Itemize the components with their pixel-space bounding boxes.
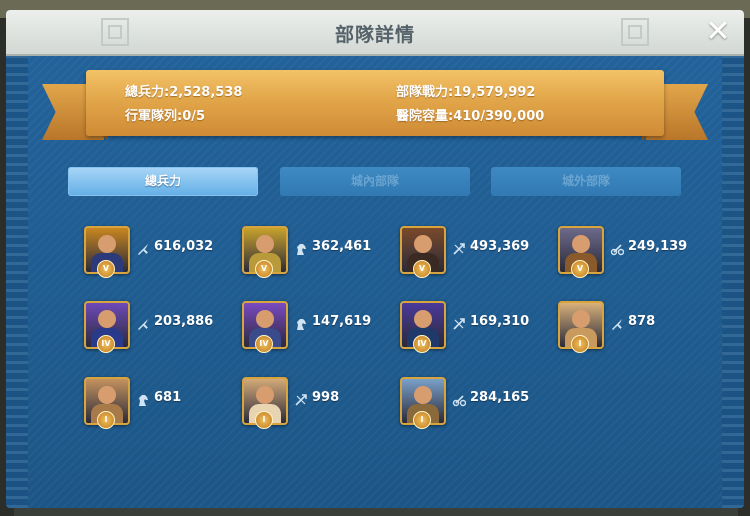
- hospital-capacity-label: 醫院容量:: [396, 109, 454, 124]
- header-ornament-right: [621, 18, 649, 46]
- troop-count: 169,310: [470, 314, 530, 329]
- close-button[interactable]: ✕: [702, 16, 734, 48]
- panel-header: 部隊詳情 ✕: [6, 10, 744, 56]
- siege-icon: [452, 392, 467, 407]
- troop-power-label: 部隊戰力:: [396, 85, 454, 100]
- troop-tier-badge: I: [255, 411, 273, 429]
- march-queue-stat: 行軍隊列:0/5: [125, 105, 205, 124]
- troop-count: 681: [154, 390, 182, 405]
- troop-count: 616,032: [154, 239, 214, 254]
- troop-tier-badge: V: [255, 260, 273, 278]
- troop-tier-badge: IV: [97, 335, 115, 353]
- close-icon: ✕: [705, 14, 731, 49]
- infantry-icon: [136, 241, 150, 255]
- troop-card[interactable]: I 284,165: [400, 377, 550, 431]
- archer-icon: [452, 241, 466, 255]
- troop-portrait-face: [98, 310, 116, 328]
- troop-count: 493,369: [470, 239, 530, 254]
- troop-card[interactable]: I 681: [84, 377, 234, 431]
- troop-count: 362,461: [312, 239, 372, 254]
- hospital-capacity-value: 410/390,000: [453, 109, 545, 124]
- troop-tier-badge: V: [571, 260, 589, 278]
- tab-troops-in-city[interactable]: 城內部隊: [280, 167, 470, 196]
- troop-portrait-face: [572, 310, 590, 328]
- troop-portrait-face: [98, 235, 116, 253]
- troop-card[interactable]: V 493,369: [400, 226, 550, 280]
- cavalry-icon: [294, 316, 308, 330]
- summary-banner: 總兵力:2,528,538 行軍隊列:0/5 部隊戰力:19,579,992 醫…: [86, 70, 664, 136]
- cavalry-icon: [136, 392, 150, 406]
- troop-tier-badge: I: [413, 411, 431, 429]
- infantry-icon: [136, 316, 150, 330]
- troop-portrait-face: [256, 310, 274, 328]
- cavalry-icon: [294, 241, 308, 255]
- total-troops-stat: 總兵力:2,528,538: [125, 81, 242, 100]
- troop-card[interactable]: V 362,461: [242, 226, 392, 280]
- troop-count: 998: [312, 390, 340, 405]
- troop-count: 878: [628, 314, 656, 329]
- greek-key-border-left: [6, 54, 28, 508]
- tab-troops-outside-city[interactable]: 城外部隊: [491, 167, 681, 196]
- archer-icon: [294, 392, 308, 406]
- greek-key-border-right: [722, 54, 744, 508]
- total-troops-label: 總兵力:: [125, 85, 170, 100]
- hospital-capacity-stat: 醫院容量:410/390,000: [396, 105, 544, 124]
- troop-card[interactable]: IV 169,310: [400, 301, 550, 355]
- troop-power-stat: 部隊戰力:19,579,992: [396, 81, 535, 100]
- troop-card[interactable]: IV 203,886: [84, 301, 234, 355]
- march-queue-label: 行軍隊列:: [125, 109, 183, 124]
- march-queue-value: 0/5: [182, 109, 206, 124]
- troop-portrait-face: [414, 235, 432, 253]
- troop-card[interactable]: I 998: [242, 377, 392, 431]
- troop-card[interactable]: IV 147,619: [242, 301, 392, 355]
- troop-count: 147,619: [312, 314, 372, 329]
- troop-tier-badge: IV: [413, 335, 431, 353]
- troop-tier-badge: V: [97, 260, 115, 278]
- tab-total-troops[interactable]: 總兵力: [68, 167, 258, 196]
- troop-tier-badge: I: [97, 411, 115, 429]
- troop-card[interactable]: V 249,139: [558, 226, 708, 280]
- troop-power-value: 19,579,992: [453, 85, 536, 100]
- archer-icon: [452, 316, 466, 330]
- troop-portrait-face: [414, 386, 432, 404]
- troop-count: 249,139: [628, 239, 688, 254]
- troop-tier-badge: IV: [255, 335, 273, 353]
- troop-portrait-face: [256, 235, 274, 253]
- troop-portrait-face: [256, 386, 274, 404]
- siege-icon: [610, 241, 625, 256]
- troop-card[interactable]: V 616,032: [84, 226, 234, 280]
- troop-portrait-face: [414, 310, 432, 328]
- troop-tier-badge: I: [571, 335, 589, 353]
- troop-portrait-face: [98, 386, 116, 404]
- total-troops-value: 2,528,538: [169, 85, 243, 100]
- troop-portrait-face: [572, 235, 590, 253]
- infantry-icon: [610, 316, 624, 330]
- troop-tier-badge: V: [413, 260, 431, 278]
- troop-count: 203,886: [154, 314, 214, 329]
- troop-card[interactable]: I 878: [558, 301, 708, 355]
- troop-count: 284,165: [470, 390, 530, 405]
